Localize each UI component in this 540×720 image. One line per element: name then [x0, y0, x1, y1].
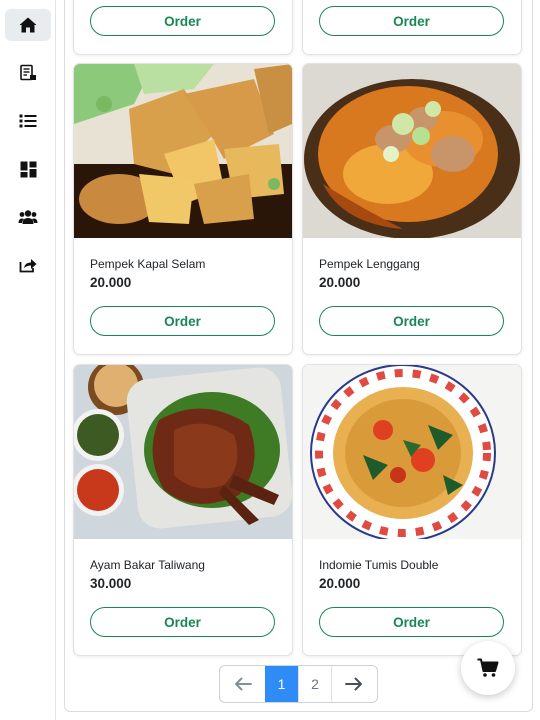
order-button[interactable]: Order	[319, 6, 504, 36]
order-button[interactable]: Order	[319, 607, 504, 637]
nav-list[interactable]	[5, 105, 51, 137]
product-card[interactable]: Ayam Bakar Taliwang 30.000 Order	[73, 364, 293, 656]
nav-orders[interactable]	[5, 57, 51, 89]
next-page-button[interactable]	[331, 666, 376, 702]
dashboard-icon	[20, 161, 36, 177]
sidebar	[0, 0, 56, 720]
product-grid-panel: Order Order Pempek Kapal Selam 20.000 Or…	[64, 0, 533, 712]
product-name: Pempek Lenggang	[319, 257, 420, 271]
page-2-button[interactable]: 2	[298, 666, 331, 702]
product-price: 20.000	[319, 275, 361, 290]
pagination: 1 2	[219, 665, 378, 703]
arrow-left-icon	[234, 677, 252, 691]
product-card: Order	[73, 0, 293, 55]
nav-home[interactable]	[5, 9, 51, 41]
product-price: 20.000	[90, 275, 132, 290]
order-button[interactable]: Order	[90, 6, 275, 36]
prev-page-button[interactable]	[220, 666, 265, 702]
product-image-indomie-tumis-double	[303, 365, 521, 539]
nav-share[interactable]	[5, 249, 51, 281]
share-icon	[19, 259, 37, 273]
product-image-ayam-bakar-taliwang	[74, 365, 292, 539]
list-icon	[19, 114, 37, 128]
arrow-right-icon	[345, 677, 362, 691]
cart-icon	[477, 658, 499, 677]
nav-dashboard[interactable]	[5, 153, 51, 185]
order-button[interactable]: Order	[90, 306, 275, 336]
nav-users[interactable]	[5, 201, 51, 233]
page-1-button[interactable]: 1	[265, 666, 298, 702]
cart-button[interactable]	[461, 641, 515, 695]
order-button[interactable]: Order	[319, 306, 504, 336]
product-card[interactable]: Indomie Tumis Double 20.000 Order	[302, 364, 522, 656]
home-icon	[19, 17, 37, 33]
product-image-pempek-lenggang	[303, 64, 521, 238]
product-card[interactable]: Pempek Kapal Selam 20.000 Order	[73, 63, 293, 355]
product-image-pempek-kapal-selam	[74, 64, 292, 238]
product-name: Indomie Tumis Double	[319, 558, 439, 572]
product-name: Ayam Bakar Taliwang	[90, 558, 205, 572]
receipt-icon	[20, 64, 36, 81]
users-icon	[18, 210, 38, 224]
product-price: 30.000	[90, 576, 132, 591]
product-card: Order	[302, 0, 522, 55]
order-button[interactable]: Order	[90, 607, 275, 637]
product-name: Pempek Kapal Selam	[90, 257, 206, 271]
product-card[interactable]: Pempek Lenggang 20.000 Order	[302, 63, 522, 355]
product-price: 20.000	[319, 576, 361, 591]
